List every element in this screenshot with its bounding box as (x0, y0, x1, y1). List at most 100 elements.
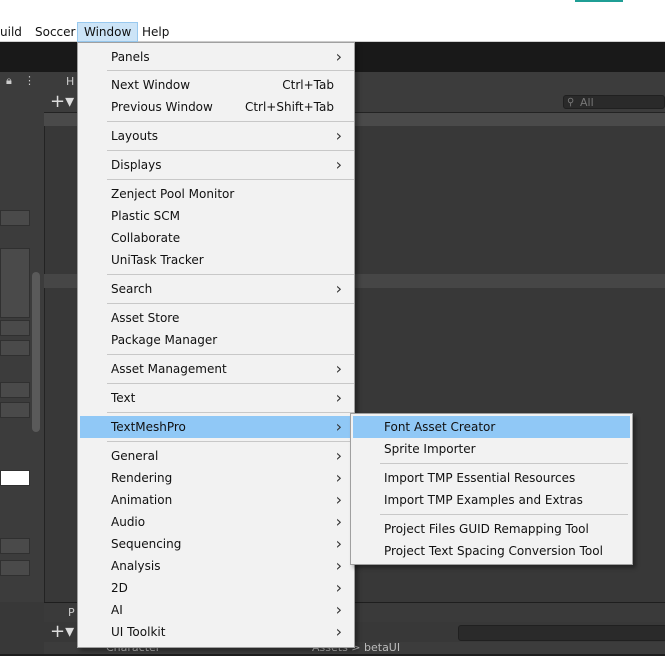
menu-item-label: Sequencing (111, 537, 182, 551)
menu-item-label: Zenject Pool Monitor (111, 187, 235, 201)
chevron-right-icon: › (335, 578, 342, 597)
menu-item-animation[interactable]: Animation › (80, 489, 352, 511)
hierarchy-search-input[interactable]: ⚲ All (563, 95, 665, 109)
menu-separator (107, 179, 354, 180)
submenu-item-import-tmp-essential-resources[interactable]: Import TMP Essential Resources (353, 467, 630, 489)
inspector-scrollbar[interactable] (32, 272, 40, 432)
menu-item-label: Rendering (111, 471, 173, 485)
menu-item-displays[interactable]: Displays › (80, 154, 352, 176)
menu-item-shortcut: Ctrl+Tab (282, 78, 334, 92)
menu-item-asset-management[interactable]: Asset Management › (80, 358, 352, 380)
menu-item-label: Animation (111, 493, 173, 507)
menu-item-ui-toolkit[interactable]: UI Toolkit › (80, 621, 352, 643)
menu-help[interactable]: Help (136, 22, 175, 42)
menu-item-asset-store[interactable]: Asset Store (80, 307, 352, 329)
menu-build[interactable]: uild (0, 22, 28, 42)
menu-item-label: Text (111, 391, 136, 405)
menu-soccer[interactable]: Soccer (29, 22, 81, 42)
menu-item-search[interactable]: Search › (80, 278, 352, 300)
menu-item-zenject-pool-monitor[interactable]: Zenject Pool Monitor (80, 183, 352, 205)
menu-item-layouts[interactable]: Layouts › (80, 125, 352, 147)
menu-item-label: Asset Management (111, 362, 227, 376)
hierarchy-search-placeholder: All (580, 96, 594, 109)
chevron-right-icon: › (335, 490, 342, 509)
submenu-item-sprite-importer[interactable]: Sprite Importer (353, 438, 630, 460)
chevron-right-icon: › (335, 126, 342, 145)
project-search-input[interactable] (458, 625, 665, 641)
chevron-right-icon: › (335, 600, 342, 619)
search-icon: ⚲ (567, 97, 575, 108)
chevron-right-icon: › (335, 417, 342, 436)
menu-item-text[interactable]: Text › (80, 387, 352, 409)
inspector-dropdown[interactable] (0, 320, 30, 336)
hierarchy-tab-label: H (66, 75, 75, 88)
menu-item-label: Analysis (111, 559, 161, 573)
menu-item-sequencing[interactable]: Sequencing › (80, 533, 352, 555)
inspector-field[interactable] (0, 340, 30, 356)
accent-strip (575, 0, 623, 2)
chevron-right-icon: › (335, 512, 342, 531)
menu-item-package-manager[interactable]: Package Manager (80, 329, 352, 351)
kebab-icon[interactable]: ⋮ (24, 74, 35, 87)
menu-separator (107, 354, 354, 355)
menu-item-general[interactable]: General › (80, 445, 352, 467)
menu-item-collaborate[interactable]: Collaborate (80, 227, 352, 249)
menu-item-plastic-scm[interactable]: Plastic SCM (80, 205, 352, 227)
chevron-right-icon: › (335, 468, 342, 487)
chevron-right-icon: › (335, 446, 342, 465)
chevron-right-icon: › (335, 279, 342, 298)
menu-separator (380, 463, 628, 464)
lock-icon[interactable]: 🔒︎ (6, 74, 12, 88)
menu-item-analysis[interactable]: Analysis › (80, 555, 352, 577)
menu-item-rendering[interactable]: Rendering › (80, 467, 352, 489)
inspector-field[interactable] (0, 210, 30, 226)
submenu-item-label: Project Text Spacing Conversion Tool (384, 544, 603, 558)
menu-separator (107, 441, 354, 442)
menu-item-panels[interactable]: Panels › (80, 46, 352, 68)
submenu-item-label: Import TMP Examples and Extras (384, 493, 583, 507)
inspector-field[interactable] (0, 248, 30, 318)
menu-item-label: Layouts (111, 129, 159, 143)
inspector-field[interactable] (0, 402, 30, 418)
inspector-field[interactable] (0, 538, 30, 554)
submenu-item-import-tmp-examples-and-extras[interactable]: Import TMP Examples and Extras (353, 489, 630, 511)
menu-item-label: Collaborate (111, 231, 181, 245)
submenu-item-label: Project Files GUID Remapping Tool (384, 522, 589, 536)
submenu-item-project-files-guid-remapping-tool[interactable]: Project Files GUID Remapping Tool (353, 518, 630, 540)
menu-item-label: UniTask Tracker (111, 253, 204, 267)
menu-separator (107, 412, 354, 413)
menu-bar: uild Soccer Window Help (0, 0, 665, 42)
menu-item-label: Audio (111, 515, 146, 529)
submenu-item-project-text-spacing-conversion-tool[interactable]: Project Text Spacing Conversion Tool (353, 540, 630, 562)
color-swatch[interactable] (0, 470, 30, 486)
inspector-dropdown[interactable] (0, 382, 30, 398)
chevron-right-icon: › (335, 534, 342, 553)
inspector-field[interactable] (0, 560, 30, 576)
plus-icon[interactable]: +▾ (50, 623, 74, 641)
menu-separator (107, 303, 354, 304)
menu-separator (107, 150, 354, 151)
submenu-item-font-asset-creator[interactable]: Font Asset Creator (353, 416, 630, 438)
chevron-right-icon: › (335, 359, 342, 378)
menu-item-textmeshpro[interactable]: TextMeshPro › (80, 416, 352, 438)
menu-item-label: Package Manager (111, 333, 218, 347)
menu-item-audio[interactable]: Audio › (80, 511, 352, 533)
menu-item-label: General (111, 449, 159, 463)
menu-item-next-window[interactable]: Next Window Ctrl+Tab (80, 74, 352, 96)
menu-item-label: TextMeshPro (111, 420, 186, 434)
menu-item-unitask-tracker[interactable]: UniTask Tracker (80, 249, 352, 271)
menu-item-2d[interactable]: 2D › (80, 577, 352, 599)
menu-item-previous-window[interactable]: Previous Window Ctrl+Shift+Tab (80, 96, 352, 118)
chevron-right-icon: › (335, 155, 342, 174)
plus-icon[interactable]: +▾ (50, 93, 74, 111)
menu-item-ai[interactable]: AI › (80, 599, 352, 621)
menu-item-label: Previous Window (111, 100, 213, 114)
inspector-panel: 🔒︎ ⋮ (0, 72, 45, 602)
menu-item-label: Search (111, 282, 153, 296)
menu-item-label: AI (111, 603, 123, 617)
textmeshpro-submenu: Font Asset Creator Sprite Importer Import … (350, 413, 633, 565)
chevron-right-icon: › (335, 388, 342, 407)
menu-window[interactable]: Window (77, 22, 139, 42)
submenu-item-label: Font Asset Creator (384, 420, 496, 434)
chevron-right-icon: › (335, 47, 342, 66)
